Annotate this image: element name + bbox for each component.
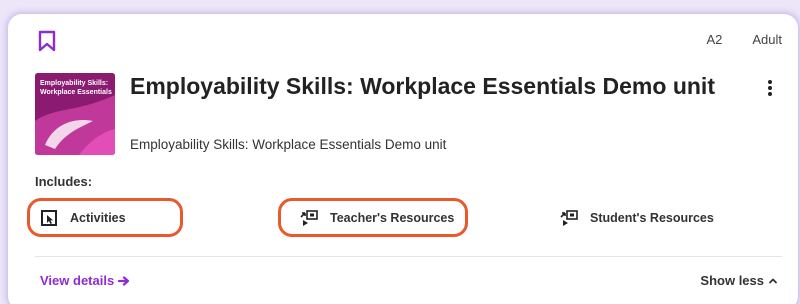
level-tags: A2 Adult [706, 32, 782, 47]
resource-students-resources[interactable]: Student's Resources [560, 200, 714, 236]
level-tag: A2 [706, 32, 723, 47]
divider [35, 256, 782, 257]
unit-card: A2 Adult Employability Skills: Workplace… [8, 14, 798, 304]
bookmark-icon[interactable] [38, 30, 56, 52]
thumbnail-title: Employability Skills: Workplace Essentia… [40, 80, 112, 96]
show-less-button[interactable]: Show less [700, 273, 778, 288]
resource-label: Teacher's Resources [330, 211, 455, 225]
resources-icon [300, 210, 318, 226]
resource-activities[interactable]: Activities [40, 200, 126, 236]
view-details-label: View details [40, 273, 115, 288]
resources-icon [560, 210, 578, 226]
more-options-icon[interactable] [767, 80, 773, 96]
resource-teachers-resources[interactable]: Teacher's Resources [300, 200, 454, 236]
resource-label: Student's Resources [590, 211, 714, 225]
unit-thumbnail[interactable]: Employability Skills: Workplace Essentia… [35, 73, 115, 155]
arrow-right-icon [118, 275, 130, 286]
audience-tag: Adult [752, 32, 782, 47]
activity-icon [41, 210, 57, 226]
resource-label: Activities [70, 211, 126, 225]
view-details-link[interactable]: View details [40, 273, 130, 288]
includes-label: Includes: [35, 174, 93, 189]
chevron-up-icon [769, 278, 777, 283]
show-less-label: Show less [700, 273, 764, 288]
unit-title[interactable]: Employability Skills: Workplace Essentia… [130, 72, 720, 100]
unit-subtitle: Employability Skills: Workplace Essentia… [130, 137, 447, 152]
